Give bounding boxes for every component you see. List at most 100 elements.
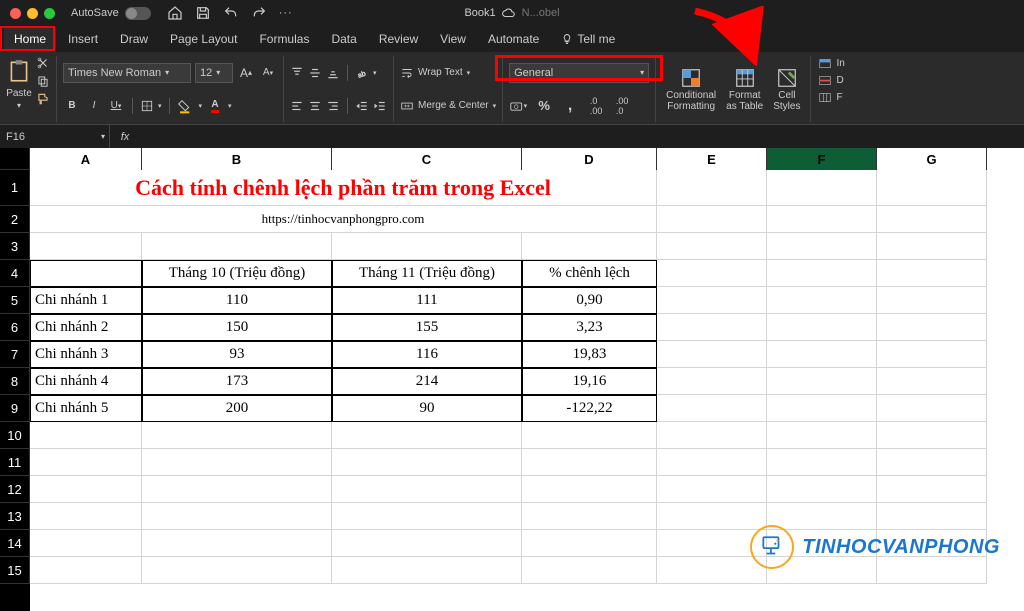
cell-C12[interactable] xyxy=(332,476,522,503)
cell-B5[interactable]: 110 xyxy=(142,287,332,314)
font-color-icon[interactable]: A xyxy=(206,97,224,115)
cell-A13[interactable] xyxy=(30,503,142,530)
toggle-icon[interactable] xyxy=(125,7,151,20)
cell-B7[interactable]: 93 xyxy=(142,341,332,368)
row-header-11[interactable]: 11 xyxy=(0,449,30,476)
delete-cells-button[interactable]: D xyxy=(817,73,844,87)
cell-subtitle[interactable]: https://tinhocvanphongpro.com xyxy=(30,206,657,233)
font-size-dropdown[interactable]: 12▾ xyxy=(195,63,233,83)
align-middle-icon[interactable] xyxy=(308,66,322,80)
bold-button[interactable]: B xyxy=(63,97,81,115)
cell-B10[interactable] xyxy=(142,422,332,449)
fill-color-icon[interactable] xyxy=(177,97,195,115)
increase-font-icon[interactable]: A▴ xyxy=(237,64,255,82)
cell-D6[interactable]: 3,23 xyxy=(522,314,657,341)
row-header-7[interactable]: 7 xyxy=(0,341,30,368)
cell-F3[interactable] xyxy=(767,233,877,260)
cell-G10[interactable] xyxy=(877,422,987,449)
col-header-F[interactable]: F xyxy=(767,148,877,170)
tab-view[interactable]: View xyxy=(430,28,476,50)
cell-A12[interactable] xyxy=(30,476,142,503)
cell-D11[interactable] xyxy=(522,449,657,476)
name-box[interactable]: F16▾ xyxy=(0,125,110,148)
orientation-icon[interactable]: ab xyxy=(355,66,369,80)
cell-B9[interactable]: 200 xyxy=(142,395,332,422)
cell-B3[interactable] xyxy=(142,233,332,260)
format-painter-icon[interactable] xyxy=(36,92,50,106)
wrap-text-button[interactable]: Wrap Text xyxy=(418,67,463,78)
cell-F9[interactable] xyxy=(767,395,877,422)
increase-decimal-icon[interactable]: .0.00 xyxy=(587,97,605,115)
row-header-14[interactable]: 14 xyxy=(0,530,30,557)
cell-G6[interactable] xyxy=(877,314,987,341)
col-header-D[interactable]: D xyxy=(522,148,657,170)
select-all-cells[interactable] xyxy=(0,148,30,170)
tab-data[interactable]: Data xyxy=(321,28,366,50)
tab-automate[interactable]: Automate xyxy=(478,28,549,50)
underline-button[interactable]: U▾ xyxy=(107,97,125,115)
cell-B8[interactable]: 173 xyxy=(142,368,332,395)
row-header-6[interactable]: 6 xyxy=(0,314,30,341)
save-icon[interactable] xyxy=(195,5,211,21)
fx-button[interactable]: fx xyxy=(110,131,140,143)
cell-A10[interactable] xyxy=(30,422,142,449)
cell-B13[interactable] xyxy=(142,503,332,530)
cell-title[interactable]: Cách tính chênh lệch phần trăm trong Exc… xyxy=(30,170,657,206)
cell-D5[interactable]: 0,90 xyxy=(522,287,657,314)
tell-me[interactable]: Tell me xyxy=(551,28,625,50)
col-header-E[interactable]: E xyxy=(657,148,767,170)
col-header-G[interactable]: G xyxy=(877,148,987,170)
cell-B11[interactable] xyxy=(142,449,332,476)
tab-review[interactable]: Review xyxy=(369,28,428,50)
cell-F5[interactable] xyxy=(767,287,877,314)
increase-indent-icon[interactable] xyxy=(373,99,387,113)
format-as-table-button[interactable]: Format as Table xyxy=(722,67,767,112)
cell-A11[interactable] xyxy=(30,449,142,476)
cell-E12[interactable] xyxy=(657,476,767,503)
cell-D4[interactable]: % chênh lệch xyxy=(522,260,657,287)
cell-G1[interactable] xyxy=(877,170,987,206)
align-bottom-icon[interactable] xyxy=(326,66,340,80)
currency-icon[interactable]: ▾ xyxy=(509,97,527,115)
cell-C10[interactable] xyxy=(332,422,522,449)
cell-G3[interactable] xyxy=(877,233,987,260)
cell-B6[interactable]: 150 xyxy=(142,314,332,341)
cell-G8[interactable] xyxy=(877,368,987,395)
cell-F10[interactable] xyxy=(767,422,877,449)
cell-E1[interactable] xyxy=(657,170,767,206)
close-window-button[interactable] xyxy=(10,8,21,19)
cell-E3[interactable] xyxy=(657,233,767,260)
row-header-12[interactable]: 12 xyxy=(0,476,30,503)
cell-A15[interactable] xyxy=(30,557,142,584)
cell-E4[interactable] xyxy=(657,260,767,287)
cell-D7[interactable]: 19,83 xyxy=(522,341,657,368)
cell-A5[interactable]: Chi nhánh 1 xyxy=(30,287,142,314)
cell-D8[interactable]: 19,16 xyxy=(522,368,657,395)
row-header-15[interactable]: 15 xyxy=(0,557,30,584)
cell-C9[interactable]: 90 xyxy=(332,395,522,422)
cell-B14[interactable] xyxy=(142,530,332,557)
format-cells-button[interactable]: F xyxy=(817,90,844,104)
autosave-toggle[interactable]: AutoSave xyxy=(71,7,151,20)
cell-A9[interactable]: Chi nhánh 5 xyxy=(30,395,142,422)
cell-D13[interactable] xyxy=(522,503,657,530)
cell-F7[interactable] xyxy=(767,341,877,368)
cell-G9[interactable] xyxy=(877,395,987,422)
cell-styles-button[interactable]: Cell Styles xyxy=(769,67,804,112)
paste-button[interactable]: Paste ▾ xyxy=(6,56,32,110)
undo-icon[interactable] xyxy=(223,5,239,21)
cell-C6[interactable]: 155 xyxy=(332,314,522,341)
number-format-dropdown[interactable]: General▾ xyxy=(509,63,649,83)
fullscreen-window-button[interactable] xyxy=(44,8,55,19)
row-header-3[interactable]: 3 xyxy=(0,233,30,260)
cell-C15[interactable] xyxy=(332,557,522,584)
qat-overflow-icon[interactable]: ··· xyxy=(279,7,293,19)
align-center-icon[interactable] xyxy=(308,99,322,113)
cell-C5[interactable]: 111 xyxy=(332,287,522,314)
row-header-2[interactable]: 2 xyxy=(0,206,30,233)
cell-E10[interactable] xyxy=(657,422,767,449)
cell-F11[interactable] xyxy=(767,449,877,476)
tab-insert[interactable]: Insert xyxy=(58,28,108,50)
cell-E8[interactable] xyxy=(657,368,767,395)
row-header-13[interactable]: 13 xyxy=(0,503,30,530)
